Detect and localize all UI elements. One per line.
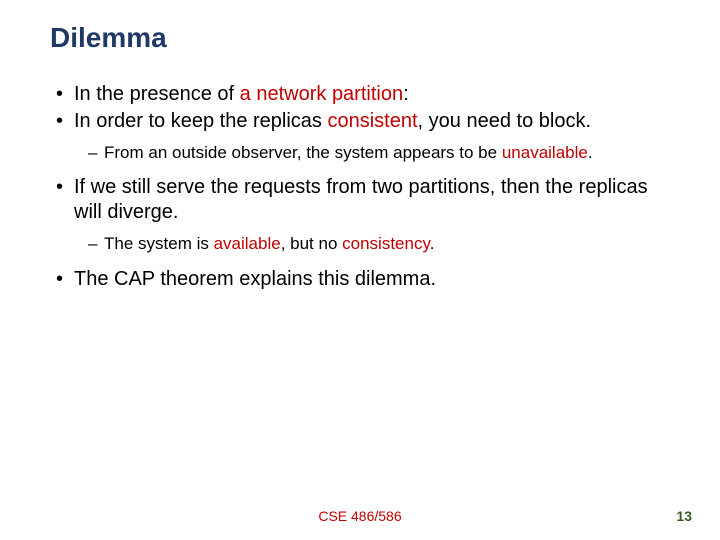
highlight-text: available (214, 234, 281, 253)
text: In the presence of (74, 83, 240, 105)
text: The CAP theorem explains this dilemma. (74, 268, 436, 290)
text: The system is (104, 234, 214, 253)
slide-title: Dilemma (50, 22, 670, 54)
bullet-level2: From an outside observer, the system app… (88, 142, 670, 163)
bullet-level1: The CAP theorem explains this dilemma. (56, 267, 670, 292)
text: . (430, 234, 435, 253)
slide: Dilemma In the presence of a network par… (0, 0, 720, 292)
bullet-level2: The system is available, but no consiste… (88, 233, 670, 254)
slide-number: 13 (676, 508, 692, 524)
bullet-level1: In order to keep the replicas consistent… (56, 109, 670, 134)
text: : (403, 83, 409, 105)
text: From an outside observer, the system app… (104, 143, 502, 162)
text: In order to keep the replicas (74, 110, 327, 132)
text: If we still serve the requests from two … (74, 176, 648, 223)
bullet-level1: In the presence of a network partition: (56, 82, 670, 107)
text: , you need to block. (418, 110, 591, 132)
highlight-text: consistency (342, 234, 430, 253)
highlight-text: a network partition (240, 83, 403, 105)
text: , but no (281, 234, 342, 253)
footer-course: CSE 486/586 (0, 508, 720, 524)
highlight-text: unavailable (502, 143, 588, 162)
bullet-level1: If we still serve the requests from two … (56, 175, 670, 225)
text: . (588, 143, 593, 162)
highlight-text: consistent (327, 110, 417, 132)
